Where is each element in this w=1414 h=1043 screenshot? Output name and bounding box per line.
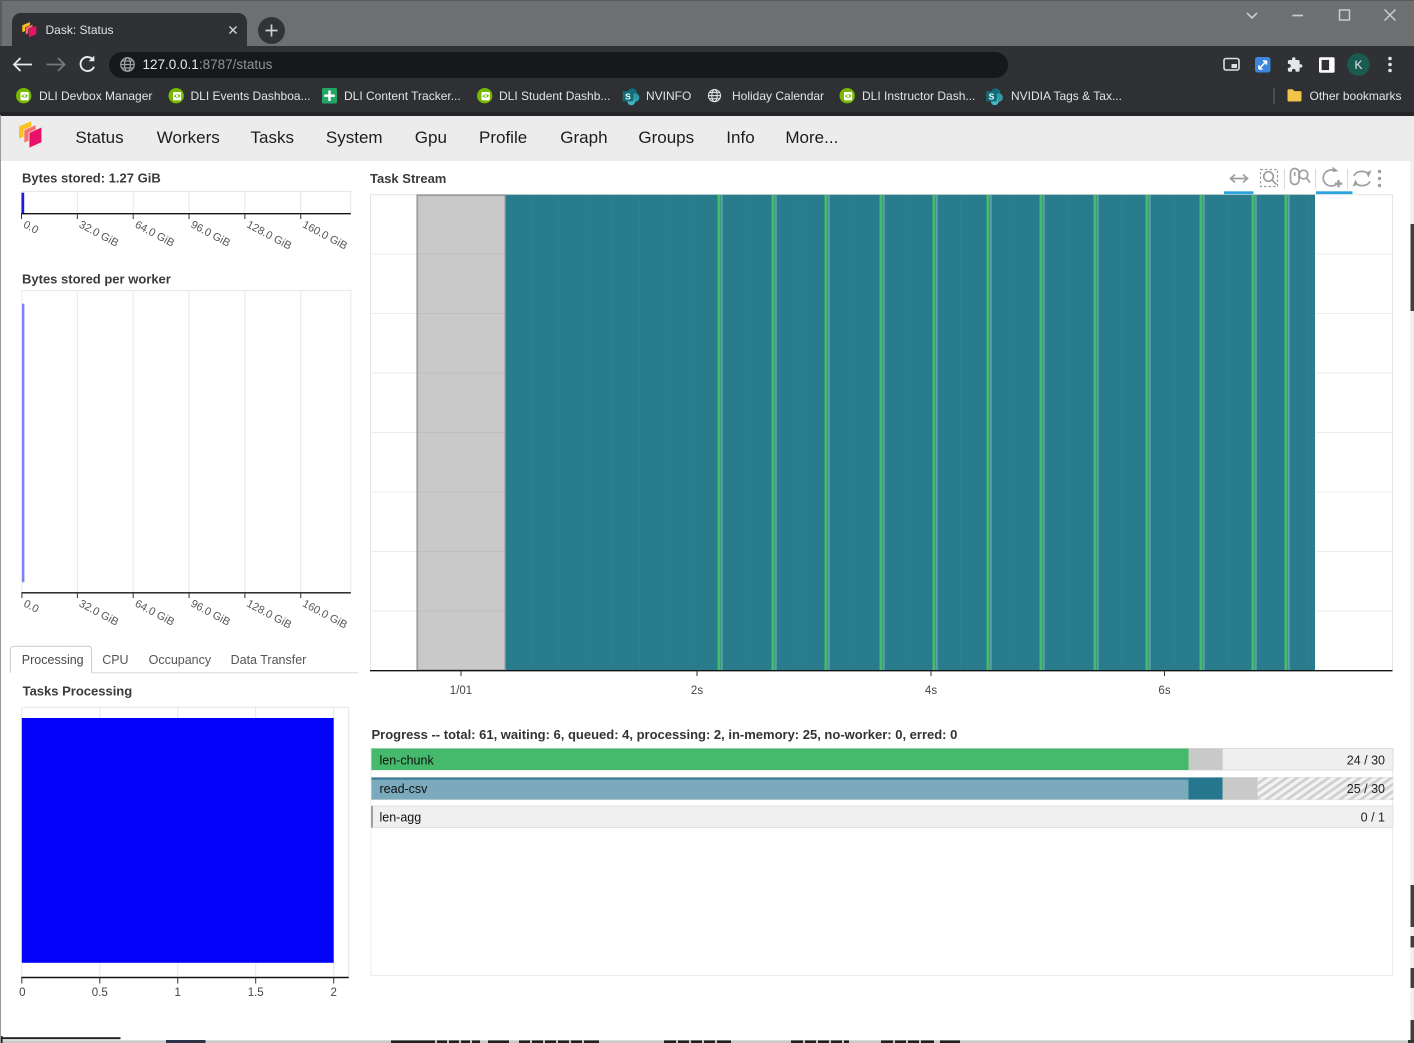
svg-text:K: K	[1354, 58, 1362, 72]
svg-text:Task Stream: Task Stream	[370, 171, 446, 186]
svg-text:len-agg: len-agg	[380, 810, 422, 824]
svg-text:Progress -- total: 61, waiting: Progress -- total: 61, waiting: 6, queue…	[372, 727, 958, 742]
svg-text:0.0: 0.0	[21, 219, 40, 237]
svg-text:DLI Devbox Manager: DLI Devbox Manager	[39, 89, 152, 103]
svg-text:2: 2	[330, 987, 336, 999]
svg-text:Occupancy: Occupancy	[149, 653, 212, 667]
svg-text:DLI Instructor Dash...: DLI Instructor Dash...	[862, 89, 975, 103]
svg-text:S: S	[625, 91, 631, 101]
svg-text:96.0 GiB: 96.0 GiB	[189, 219, 232, 250]
svg-text:Holiday Calendar: Holiday Calendar	[732, 89, 824, 103]
svg-text:6s: 6s	[1158, 685, 1170, 697]
svg-text:96.0 GiB: 96.0 GiB	[189, 598, 232, 629]
svg-text:S: S	[989, 91, 995, 101]
svg-text:Data Transfer: Data Transfer	[231, 653, 307, 667]
svg-text:128.0 GiB: 128.0 GiB	[244, 598, 293, 632]
svg-text:Tasks Processing: Tasks Processing	[23, 684, 133, 699]
svg-text:1: 1	[175, 987, 181, 999]
svg-text:0.0: 0.0	[21, 598, 40, 616]
svg-text:160.0 GiB: 160.0 GiB	[300, 219, 349, 253]
svg-text:Bytes stored: 1.27 GiB: Bytes stored: 1.27 GiB	[22, 171, 161, 186]
svg-text:4s: 4s	[925, 685, 937, 697]
svg-text:read-csv: read-csv	[380, 782, 429, 796]
svg-text:32.0 GiB: 32.0 GiB	[77, 219, 120, 250]
svg-text:CPU: CPU	[102, 653, 128, 667]
svg-text:25 / 30: 25 / 30	[1347, 782, 1385, 796]
svg-text:0.5: 0.5	[92, 987, 108, 999]
svg-text:Processing: Processing	[22, 653, 84, 667]
svg-text:Other bookmarks: Other bookmarks	[1310, 89, 1402, 103]
svg-text:0: 0	[19, 987, 25, 999]
svg-text:1/01: 1/01	[450, 685, 472, 697]
svg-text:Bytes stored per worker: Bytes stored per worker	[22, 271, 171, 286]
svg-text:32.0 GiB: 32.0 GiB	[77, 598, 120, 629]
svg-text:64.0 GiB: 64.0 GiB	[133, 219, 176, 250]
svg-text:160.0 GiB: 160.0 GiB	[300, 598, 349, 632]
svg-text:1.5: 1.5	[248, 987, 264, 999]
svg-text:2s: 2s	[691, 685, 703, 697]
svg-text:len-chunk: len-chunk	[380, 754, 435, 768]
svg-text:128.0 GiB: 128.0 GiB	[244, 219, 293, 253]
svg-text:DLI Content Tracker...: DLI Content Tracker...	[344, 89, 461, 103]
svg-text:NVIDIA Tags & Tax...: NVIDIA Tags & Tax...	[1011, 89, 1122, 103]
svg-text:64.0 GiB: 64.0 GiB	[133, 598, 176, 629]
svg-text:0 / 1: 0 / 1	[1361, 810, 1385, 824]
svg-text:NVINFO: NVINFO	[646, 89, 691, 103]
svg-text:DLI Events Dashboa...: DLI Events Dashboa...	[191, 89, 311, 103]
svg-text:DLI Student Dashb...: DLI Student Dashb...	[499, 89, 610, 103]
svg-text:24 / 30: 24 / 30	[1347, 754, 1385, 768]
